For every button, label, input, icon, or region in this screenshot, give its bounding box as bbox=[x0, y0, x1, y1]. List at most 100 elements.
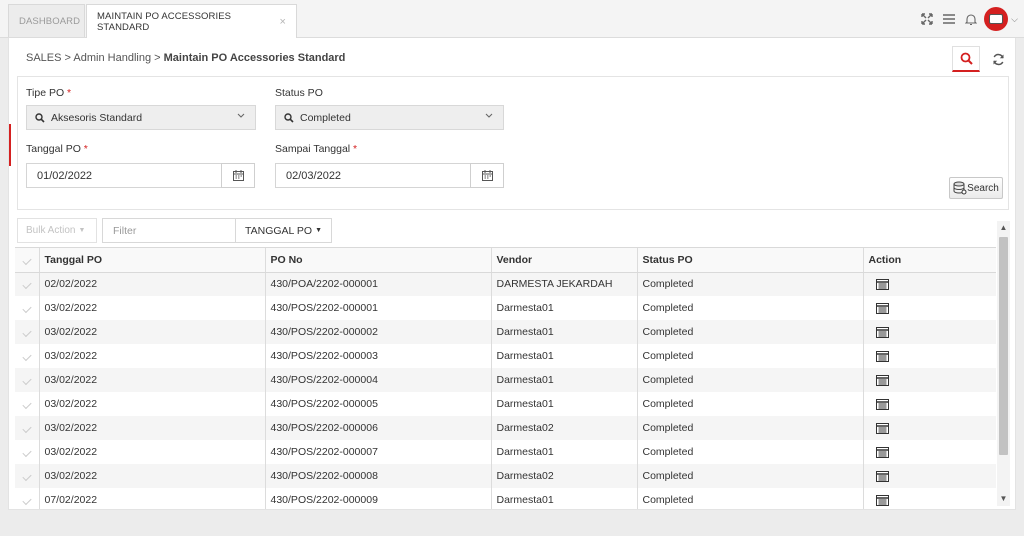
sampai-tanggal-calendar-button[interactable] bbox=[470, 163, 504, 188]
table-row[interactable]: 03/02/2022 430/POS/2202-000007 Darmesta01 C… bbox=[15, 440, 996, 464]
row-checkbox[interactable] bbox=[15, 296, 40, 320]
tipe-po-label: Tipe PO * bbox=[26, 87, 71, 99]
cell-po-no: 430/POS/2202-000006 bbox=[265, 416, 492, 440]
filter-placeholder: Filter bbox=[113, 224, 137, 237]
row-checkbox[interactable] bbox=[15, 392, 40, 416]
filter-input[interactable]: Filter bbox=[102, 218, 236, 243]
row-checkbox[interactable] bbox=[15, 488, 40, 509]
cell-status-po: Completed bbox=[637, 416, 864, 440]
breadcrumb-sales[interactable]: SALES bbox=[26, 52, 61, 64]
table-row[interactable]: 03/02/2022 430/POS/2202-000003 Darmesta01 C… bbox=[15, 344, 996, 368]
detail-list-icon[interactable] bbox=[875, 399, 889, 410]
cell-vendor: Darmesta01 bbox=[491, 296, 638, 320]
row-checkbox[interactable] bbox=[15, 320, 40, 344]
menu-icon[interactable] bbox=[938, 8, 960, 30]
table-row[interactable]: 03/02/2022 430/POS/2202-000002 Darmesta01 C… bbox=[15, 320, 996, 344]
calendar-icon bbox=[481, 170, 493, 181]
tipe-po-label-text: Tipe PO bbox=[26, 87, 65, 99]
tab-dashboard-label: DASHBOARD bbox=[19, 15, 81, 27]
breadcrumb: SALES > Admin Handling > Maintain PO Acc… bbox=[26, 52, 345, 64]
vertical-scrollbar[interactable]: ▲ ▼ bbox=[997, 221, 1010, 506]
tab-close-icon[interactable]: × bbox=[279, 16, 286, 28]
table-row[interactable]: 03/02/2022 430/POS/2202-000005 Darmesta01 C… bbox=[15, 392, 996, 416]
row-checkbox[interactable] bbox=[15, 440, 40, 464]
tipe-po-select[interactable]: Aksesoris Standard bbox=[26, 105, 256, 130]
bulk-action-button[interactable]: Bulk Action ▼ bbox=[17, 218, 97, 243]
chevron-down-icon[interactable]: ⌵ bbox=[1011, 14, 1018, 25]
cell-po-no: 430/POS/2202-000005 bbox=[265, 392, 492, 416]
required-marker: * bbox=[353, 143, 358, 155]
check-icon bbox=[22, 423, 32, 434]
scrollbar-thumb[interactable] bbox=[999, 237, 1008, 455]
table-body: 02/02/2022 430/POA/2202-000001 DARMESTA JE… bbox=[15, 272, 996, 509]
filter-column-dropdown[interactable]: TANGGAL PO ▼ bbox=[236, 218, 332, 243]
cell-po-no: 430/POS/2202-000003 bbox=[265, 344, 492, 368]
row-checkbox[interactable] bbox=[15, 416, 40, 440]
detail-list-icon[interactable] bbox=[875, 495, 889, 506]
column-header-status-po[interactable]: Status PO bbox=[637, 248, 864, 273]
cell-action bbox=[863, 488, 996, 509]
fullscreen-icon[interactable] bbox=[916, 8, 938, 30]
cell-status-po: Completed bbox=[637, 272, 864, 296]
tanggal-po-input[interactable]: 01/02/2022 bbox=[26, 163, 222, 188]
row-checkbox[interactable] bbox=[15, 272, 40, 296]
column-header-tanggal-po[interactable]: Tanggal PO bbox=[39, 248, 266, 273]
sampai-tanggal-input[interactable]: 02/03/2022 bbox=[275, 163, 471, 188]
search-button[interactable]: Search bbox=[949, 177, 1003, 199]
table-row[interactable]: 03/02/2022 430/POS/2202-000006 Darmesta02 C… bbox=[15, 416, 996, 440]
detail-list-icon[interactable] bbox=[875, 303, 889, 314]
breadcrumb-admin-handling[interactable]: Admin Handling bbox=[73, 52, 151, 64]
breadcrumb-separator: > bbox=[64, 52, 71, 64]
table-row[interactable]: 03/02/2022 430/POS/2202-000008 Darmesta02 C… bbox=[15, 464, 996, 488]
detail-list-icon[interactable] bbox=[875, 279, 889, 291]
cell-status-po: Completed bbox=[637, 440, 864, 464]
check-icon bbox=[22, 375, 32, 386]
check-icon bbox=[22, 327, 32, 338]
toggle-search-button[interactable] bbox=[952, 46, 980, 72]
status-po-select[interactable]: Completed bbox=[275, 105, 504, 130]
scroll-up-icon[interactable]: ▲ bbox=[997, 221, 1010, 235]
cell-tanggal-po: 03/02/2022 bbox=[39, 440, 266, 464]
tab-maintain-po-accessories[interactable]: MAINTAIN PO ACCESSORIES STANDARD × bbox=[86, 4, 297, 38]
status-po-value: Completed bbox=[300, 111, 351, 124]
cell-action bbox=[863, 416, 996, 440]
cell-po-no: 430/POS/2202-000009 bbox=[265, 488, 492, 509]
check-icon bbox=[22, 399, 32, 410]
cell-status-po: Completed bbox=[637, 392, 864, 416]
po-grid: Tanggal PO PO No Vendor Status PO Action… bbox=[15, 247, 996, 509]
cell-po-no: 430/POA/2202-000001 bbox=[265, 272, 492, 296]
detail-list-icon[interactable] bbox=[875, 327, 889, 338]
column-header-po-no[interactable]: PO No bbox=[265, 248, 492, 273]
check-icon bbox=[22, 255, 32, 265]
detail-list-icon[interactable] bbox=[875, 447, 889, 458]
table-row[interactable]: 03/02/2022 430/POS/2202-000001 Darmesta01 C… bbox=[15, 296, 996, 320]
sampai-tanggal-value: 02/03/2022 bbox=[286, 169, 342, 182]
scroll-down-icon[interactable]: ▼ bbox=[997, 492, 1010, 506]
refresh-button[interactable] bbox=[984, 46, 1012, 72]
cell-po-no: 430/POS/2202-000001 bbox=[265, 296, 492, 320]
table-row[interactable]: 02/02/2022 430/POA/2202-000001 DARMESTA JE… bbox=[15, 272, 996, 296]
select-all-checkbox[interactable] bbox=[15, 248, 40, 273]
detail-list-icon[interactable] bbox=[875, 423, 889, 434]
detail-list-icon[interactable] bbox=[875, 375, 889, 386]
cell-tanggal-po: 03/02/2022 bbox=[39, 344, 266, 368]
cell-vendor: Darmesta01 bbox=[491, 344, 638, 368]
caret-down-icon: ▼ bbox=[315, 227, 323, 234]
detail-list-icon[interactable] bbox=[875, 351, 889, 362]
bell-icon[interactable] bbox=[960, 8, 982, 30]
left-accent-bar bbox=[9, 124, 11, 166]
cell-tanggal-po: 03/02/2022 bbox=[39, 416, 266, 440]
search-icon bbox=[960, 52, 973, 65]
row-checkbox[interactable] bbox=[15, 368, 40, 392]
table-row[interactable]: 03/02/2022 430/POS/2202-000004 Darmesta01 C… bbox=[15, 368, 996, 392]
status-po-label: Status PO bbox=[275, 87, 323, 99]
tab-dashboard[interactable]: DASHBOARD bbox=[8, 4, 85, 37]
detail-list-icon[interactable] bbox=[875, 471, 889, 482]
row-checkbox[interactable] bbox=[15, 344, 40, 368]
column-header-vendor[interactable]: Vendor bbox=[491, 248, 638, 273]
cell-vendor: Darmesta01 bbox=[491, 320, 638, 344]
tanggal-po-calendar-button[interactable] bbox=[221, 163, 255, 188]
user-avatar-icon[interactable] bbox=[984, 7, 1009, 31]
table-row[interactable]: 07/02/2022 430/POS/2202-000009 Darmesta01 C… bbox=[15, 488, 996, 509]
row-checkbox[interactable] bbox=[15, 464, 40, 488]
